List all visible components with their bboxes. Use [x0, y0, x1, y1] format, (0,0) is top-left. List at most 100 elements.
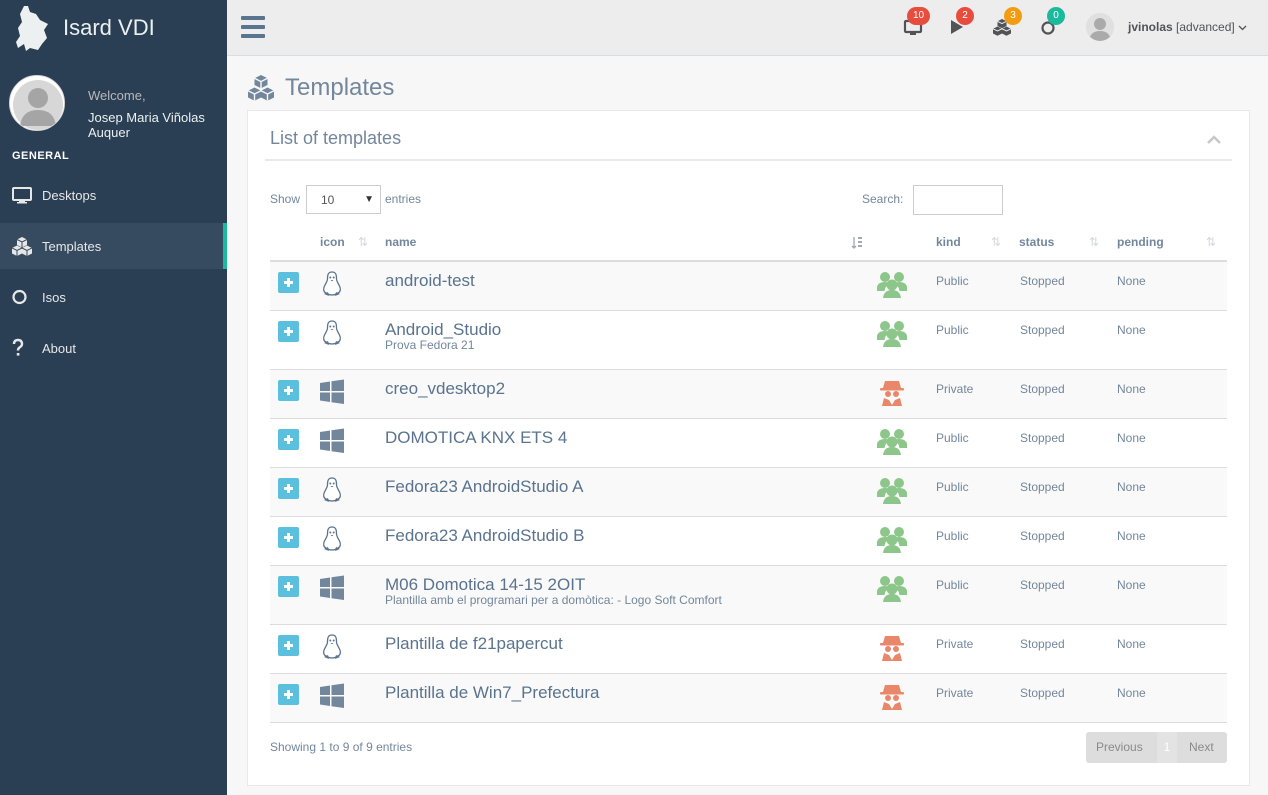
expand-row-button[interactable] [278, 527, 299, 548]
template-pending: None [1117, 480, 1146, 494]
table-row: Android_Studio Prova Fedora 21 Public Stopp… [270, 311, 1227, 370]
column-header-kind[interactable]: kind [936, 235, 961, 249]
template-description: Plantilla amb el programari per a domòti… [385, 593, 722, 607]
template-status: Stopped [1020, 323, 1065, 337]
sidebar-item-about[interactable]: About [0, 325, 227, 371]
expand-row-button[interactable] [278, 635, 299, 656]
dropdown-arrow-icon: ▼ [364, 194, 374, 205]
sort-asc-icon[interactable] [851, 236, 863, 249]
template-kind: Public [936, 529, 969, 543]
table-row: Plantilla de f21papercut Private Stopped No… [270, 625, 1227, 674]
template-pending: None [1117, 686, 1146, 700]
isard-logo-icon [16, 6, 48, 51]
chevron-up-icon[interactable] [1206, 133, 1222, 147]
menu-toggle-icon[interactable] [241, 16, 265, 38]
badge-templates: 3 [1004, 7, 1022, 25]
search-input[interactable] [913, 185, 1003, 215]
expand-row-button[interactable] [278, 478, 299, 499]
template-name: Plantilla de f21papercut [385, 634, 563, 653]
expand-row-button[interactable] [278, 272, 299, 293]
pagination: Previous 1 Next [1086, 732, 1227, 763]
entries-label: entries [385, 192, 422, 206]
column-header-status[interactable]: status [1019, 235, 1054, 249]
template-name: android-test [385, 271, 475, 290]
users-icon [877, 272, 907, 298]
user-menu[interactable]: jvinolas [advanced] [1128, 20, 1247, 34]
sort-icon[interactable]: ⇅ [1089, 235, 1099, 249]
column-header-pending[interactable]: pending [1117, 235, 1164, 249]
template-kind: Public [936, 274, 969, 288]
entries-select[interactable]: 10 ▼ [306, 185, 381, 214]
sidebar-item-label: About [42, 341, 76, 356]
user-icon [1086, 13, 1114, 41]
sidebar-item-label: Desktops [42, 188, 97, 203]
expand-row-button[interactable] [278, 684, 299, 705]
expand-row-button[interactable] [278, 321, 299, 342]
templates-panel: List of templates Show 10 ▼ entries Sear… [247, 110, 1250, 786]
user-secret-icon [880, 636, 904, 661]
template-name: Android_Studio [385, 320, 502, 339]
template-status: Stopped [1020, 578, 1065, 592]
template-name: Fedora23 AndroidStudio A [385, 477, 584, 496]
expand-row-button[interactable] [278, 576, 299, 597]
users-icon [877, 478, 907, 504]
question-icon [12, 338, 24, 356]
template-name: Fedora23 AndroidStudio B [385, 526, 585, 545]
table-row: Fedora23 AndroidStudio A Public Stopped Non… [270, 468, 1227, 517]
menu-section-title: GENERAL [12, 150, 70, 162]
sidebar: Isard VDI Welcome, Josep Maria Viñolas A… [0, 0, 227, 795]
user-login: jvinolas [1128, 20, 1173, 34]
linux-icon [323, 320, 341, 345]
template-status: Stopped [1020, 382, 1065, 396]
windows-icon [320, 428, 344, 453]
template-status: Stopped [1020, 529, 1065, 543]
next-page-button[interactable]: Next [1189, 740, 1214, 754]
cubes-icon [12, 237, 32, 256]
user-secret-icon [880, 381, 904, 406]
table-row: creo_vdesktop2 Private Stopped None [270, 370, 1227, 419]
linux-icon [323, 634, 341, 659]
user-role: [advanced] [1176, 20, 1235, 34]
sidebar-item-label: Templates [42, 239, 102, 254]
template-kind: Public [936, 323, 969, 337]
template-pending: None [1117, 431, 1146, 445]
top-navbar: 10 2 3 0 jvinolas [advanced] [227, 0, 1268, 56]
previous-page-button[interactable]: Previous [1096, 740, 1143, 754]
sidebar-item-label: Isos [42, 290, 66, 305]
sidebar-item-templates[interactable]: Templates [0, 223, 227, 269]
template-pending: None [1117, 637, 1146, 651]
template-kind: Public [936, 578, 969, 592]
sort-icon[interactable]: ⇅ [1206, 235, 1216, 249]
template-pending: None [1117, 274, 1146, 288]
template-status: Stopped [1020, 480, 1065, 494]
sidebar-item-desktops[interactable]: Desktops [0, 172, 227, 218]
sidebar-item-isos[interactable]: Isos [0, 274, 227, 320]
windows-icon [320, 575, 344, 600]
avatar [9, 75, 65, 131]
column-header-name[interactable]: name [385, 235, 416, 249]
badge-isos: 0 [1047, 7, 1065, 25]
user-avatar[interactable] [1086, 13, 1114, 41]
column-header-icon[interactable]: icon [320, 235, 345, 249]
sort-icon[interactable]: ⇅ [358, 235, 368, 249]
template-kind: Private [936, 637, 974, 651]
template-pending: None [1117, 323, 1146, 337]
template-pending: None [1117, 529, 1146, 543]
brand[interactable]: Isard VDI [0, 0, 227, 56]
template-name: M06 Domotica 14-15 2OIT [385, 575, 586, 594]
table-row: Fedora23 AndroidStudio B Public Stopped Non… [270, 517, 1227, 566]
showing-info: Showing 1 to 9 of 9 entries [270, 740, 413, 754]
expand-row-button[interactable] [278, 380, 299, 401]
chevron-down-icon [1238, 25, 1247, 31]
template-status: Stopped [1020, 637, 1065, 651]
users-icon [877, 429, 907, 455]
current-page-button[interactable]: 1 [1157, 732, 1177, 763]
panel-title: List of templates [270, 128, 402, 148]
linux-icon [323, 477, 341, 502]
template-name: creo_vdesktop2 [385, 379, 506, 398]
users-icon [877, 527, 907, 553]
app-title: Isard VDI [63, 15, 155, 40]
sort-icon[interactable]: ⇅ [991, 235, 1001, 249]
expand-row-button[interactable] [278, 429, 299, 450]
linux-icon [323, 271, 341, 296]
